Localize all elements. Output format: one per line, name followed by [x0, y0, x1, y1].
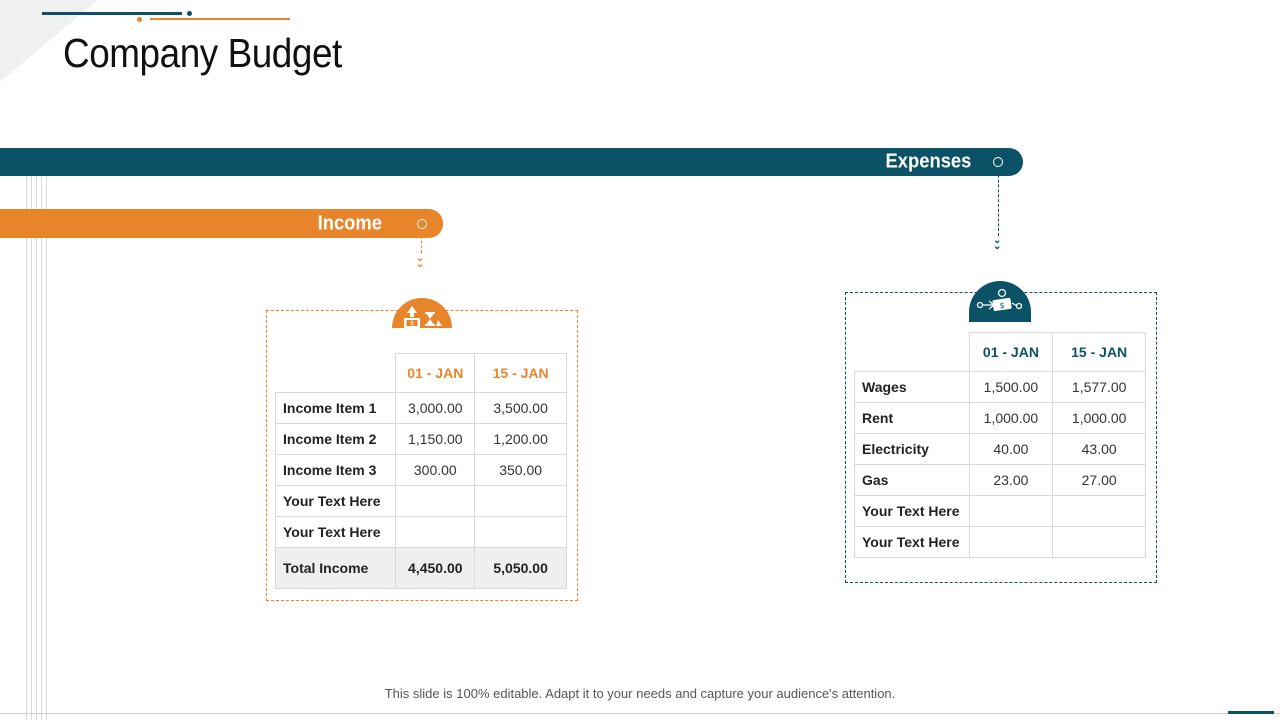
row-label: Income Item 3 — [274, 454, 397, 486]
row-label: Total Income — [274, 547, 397, 589]
table-cell: 1,150.00 — [395, 423, 476, 455]
title-accent-line-teal — [42, 12, 182, 15]
table-cell — [395, 485, 476, 517]
table-cell — [1052, 495, 1146, 527]
table-row: Income Item 3 300.00 350.00 — [274, 454, 567, 486]
table-cell: 1,500.00 — [968, 371, 1054, 403]
table-row: Your Text Here — [274, 516, 567, 548]
table-cell: 1,000.00 — [968, 402, 1054, 434]
column-header: 01 - JAN — [395, 353, 476, 393]
row-label: Your Text Here — [854, 526, 970, 558]
table-cell: 43.00 — [1052, 433, 1146, 465]
svg-text:$: $ — [410, 320, 414, 327]
table-row: Wages 1,500.00 1,577.00 — [854, 371, 1146, 403]
title-accent-line-orange — [150, 18, 290, 20]
footer-note: This slide is 100% editable. Adapt it to… — [384, 686, 896, 701]
decorative-vertical-line — [26, 176, 27, 720]
table-row: Electricity 40.00 43.00 — [854, 433, 1146, 465]
pin-icon — [417, 218, 427, 229]
table-cell: 300.00 — [395, 454, 476, 486]
row-label: Gas — [854, 464, 970, 496]
table-row: Your Text Here — [274, 485, 567, 517]
table-row: Rent 1,000.00 1,000.00 — [854, 402, 1146, 434]
total-row: Total Income 4,450.00 5,050.00 — [274, 547, 567, 589]
table-cell — [968, 495, 1054, 527]
table-row: Your Text Here — [854, 526, 1146, 558]
row-label: Your Text Here — [274, 485, 397, 517]
table-cell: 23.00 — [968, 464, 1054, 496]
decorative-vertical-line — [31, 176, 32, 720]
table-cell: 1,577.00 — [1052, 371, 1146, 403]
income-table: 01 - JAN 15 - JAN Income Item 1 3,000.00… — [274, 353, 567, 589]
row-label: Your Text Here — [854, 495, 970, 527]
income-connector-line — [421, 231, 422, 253]
title-accent-dot-teal — [187, 11, 192, 16]
page-title: Company Budget — [63, 30, 342, 76]
row-label: Income Item 2 — [274, 423, 397, 455]
table-header-row: 01 - JAN 15 - JAN — [275, 353, 567, 393]
expenses-banner: Expenses — [0, 148, 1023, 176]
table-cell — [1052, 526, 1146, 558]
column-header: 01 - JAN — [968, 332, 1054, 372]
money-flying-icon: $ — [969, 281, 1031, 322]
row-label: Rent — [854, 402, 970, 434]
table-row: Income Item 1 3,000.00 3,500.00 — [274, 392, 567, 424]
empty-corner-cell — [275, 353, 397, 393]
row-label: Electricity — [854, 433, 970, 465]
table-cell — [395, 516, 476, 548]
double-chevron-down-icon: ⌄ ⌄ — [416, 253, 425, 270]
income-label: Income — [317, 212, 382, 234]
title-accent-dot-orange — [137, 17, 142, 22]
table-row: Your Text Here — [854, 495, 1146, 527]
double-chevron-down-icon: ⌄ ⌄ — [993, 235, 1002, 252]
table-cell: 3,000.00 — [395, 392, 476, 424]
money-growth-hourglass-icon: $ — [392, 298, 452, 328]
column-header: 15 - JAN — [1052, 332, 1146, 372]
footer-divider — [0, 713, 1280, 714]
table-cell — [968, 526, 1054, 558]
table-row: Income Item 2 1,150.00 1,200.00 — [274, 423, 567, 455]
table-cell: 5,050.00 — [474, 547, 567, 589]
income-banner: Income — [0, 209, 443, 238]
decorative-vertical-line — [36, 176, 37, 720]
svg-text:$: $ — [999, 301, 1004, 310]
pin-icon — [993, 157, 1003, 167]
decorative-vertical-line — [46, 176, 47, 720]
row-label: Wages — [854, 371, 970, 403]
footer-accent-bar — [1228, 711, 1274, 714]
table-row: Gas 23.00 27.00 — [854, 464, 1146, 496]
table-header-row: 01 - JAN 15 - JAN — [854, 332, 1146, 372]
table-cell — [474, 485, 567, 517]
expenses-table: 01 - JAN 15 - JAN Wages 1,500.00 1,577.0… — [854, 332, 1146, 558]
row-label: Income Item 1 — [274, 392, 397, 424]
table-cell: 3,500.00 — [474, 392, 567, 424]
column-header: 15 - JAN — [474, 353, 567, 393]
row-label: Your Text Here — [274, 516, 397, 548]
expenses-label: Expenses — [885, 150, 971, 173]
table-cell — [474, 516, 567, 548]
decorative-vertical-line — [41, 176, 42, 720]
table-cell: 27.00 — [1052, 464, 1146, 496]
table-cell: 1,000.00 — [1052, 402, 1146, 434]
expenses-connector-line — [998, 170, 999, 236]
table-cell: 4,450.00 — [395, 547, 476, 589]
empty-corner-cell — [854, 332, 970, 372]
table-cell: 350.00 — [474, 454, 567, 486]
table-cell: 40.00 — [968, 433, 1054, 465]
table-cell: 1,200.00 — [474, 423, 567, 455]
